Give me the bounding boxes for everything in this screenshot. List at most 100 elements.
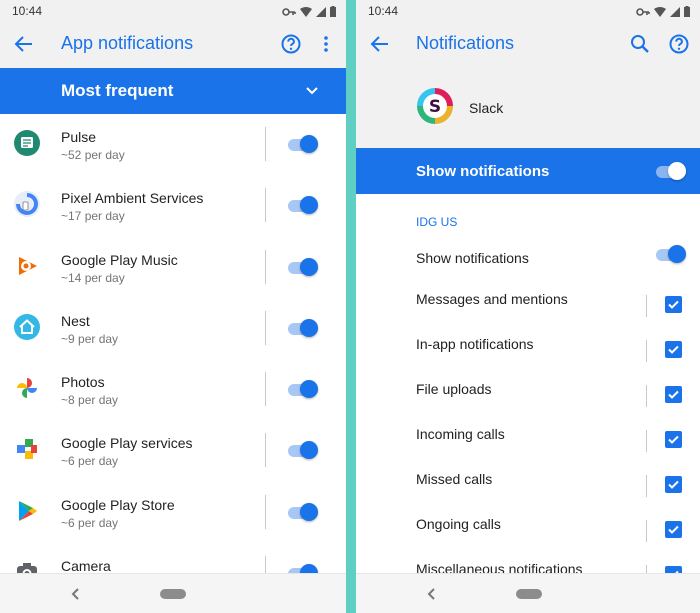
in-app-notifications-checkbox[interactable]: [665, 341, 682, 358]
list-item[interactable]: Ongoing calls: [356, 514, 700, 559]
divider: [646, 295, 647, 317]
pixel-ambient-toggle[interactable]: [288, 195, 320, 215]
chevron-down-icon: [304, 82, 320, 98]
slack-icon: S: [416, 87, 454, 125]
channel-label: Ongoing calls: [416, 516, 501, 532]
app-notifications-screen: 10:44 App notifications Most frequent Pu…: [0, 0, 346, 613]
divider: [646, 430, 647, 452]
nav-home-pill[interactable]: [516, 589, 542, 599]
file-uploads-checkbox[interactable]: [665, 386, 682, 403]
play-music-toggle[interactable]: [288, 257, 320, 277]
list-item[interactable]: Google Play services ~6 per day: [0, 420, 346, 481]
app-name: Pixel Ambient Services: [61, 190, 204, 207]
ongoing-calls-checkbox[interactable]: [665, 521, 682, 538]
camera-toggle[interactable]: [288, 563, 320, 573]
app-bar: App notifications: [0, 20, 346, 68]
app-header: S Slack: [356, 68, 700, 148]
app-name: Slack: [469, 100, 504, 116]
list-item[interactable]: Messages and mentions: [356, 289, 700, 334]
app-name: Google Play Store: [61, 496, 175, 513]
app-frequency: ~6 per day: [61, 454, 119, 469]
list-item[interactable]: Pixel Ambient Services ~17 per day: [0, 175, 346, 236]
pixel-ambient-icon: [14, 191, 40, 218]
app-name: Camera: [61, 558, 111, 573]
play-store-toggle[interactable]: [288, 502, 320, 522]
channel-label: Incoming calls: [416, 426, 505, 442]
app-frequency: ~8 per day: [61, 393, 119, 408]
svg-text:S: S: [429, 97, 441, 117]
show-notifications-master-toggle[interactable]: [656, 161, 688, 181]
missed-calls-checkbox[interactable]: [665, 476, 682, 493]
divider: [646, 385, 647, 407]
help-icon[interactable]: [279, 32, 303, 56]
pulse-icon: [14, 130, 40, 156]
list-item[interactable]: Pulse ~52 per day: [0, 114, 346, 175]
channel-label: File uploads: [416, 381, 492, 397]
section-title: Most frequent: [61, 81, 174, 100]
app-bar: Notifications: [356, 20, 700, 68]
play-store-icon: [14, 498, 40, 524]
channel-label: In-app notifications: [416, 336, 534, 352]
divider: [265, 127, 266, 161]
camera-icon: [14, 559, 40, 573]
list-item[interactable]: Miscellaneous notifications: [356, 559, 700, 573]
app-name: Pulse: [61, 129, 97, 145]
divider: [646, 475, 647, 497]
search-icon[interactable]: [628, 32, 652, 56]
divider: [265, 556, 266, 573]
nav-back-icon[interactable]: [426, 587, 438, 601]
help-icon[interactable]: [667, 32, 691, 56]
divider: [265, 433, 266, 468]
list-item[interactable]: In-app notifications: [356, 334, 700, 379]
show-notifications-label: Show notifications: [416, 163, 550, 180]
app-name: Google Play Music: [61, 251, 178, 268]
list-item[interactable]: Camera: [0, 543, 346, 573]
status-bar: 10:44: [0, 0, 346, 20]
show-notifications-toggle[interactable]: [656, 244, 688, 264]
app-frequency: ~14 per day: [61, 270, 125, 285]
list-item[interactable]: Nest ~9 per day: [0, 298, 346, 359]
app-frequency: ~6 per day: [61, 515, 119, 530]
list-item[interactable]: Photos ~8 per day: [0, 359, 346, 420]
list-item[interactable]: Incoming calls: [356, 424, 700, 469]
incoming-calls-checkbox[interactable]: [665, 431, 682, 448]
show-notifications-master-row[interactable]: Show notifications: [356, 148, 700, 194]
back-arrow-icon[interactable]: [12, 32, 36, 56]
miscellaneous-notifications-checkbox[interactable]: [665, 566, 682, 573]
page-title: App notifications: [61, 33, 194, 53]
photos-toggle[interactable]: [288, 379, 320, 399]
list-item[interactable]: Missed calls: [356, 469, 700, 514]
nest-toggle[interactable]: [288, 318, 320, 338]
divider: [265, 188, 266, 223]
nav-back-icon[interactable]: [70, 587, 82, 601]
channel-label: Messages and mentions: [416, 291, 568, 307]
list-item[interactable]: Show notifications: [356, 238, 700, 283]
play-music-icon: [14, 253, 40, 279]
divider: [265, 310, 266, 345]
app-frequency: ~52 per day: [61, 148, 125, 162]
more-options-icon[interactable]: [314, 32, 338, 56]
play-services-toggle[interactable]: [288, 440, 320, 460]
list-item[interactable]: Google Play Music ~14 per day: [0, 237, 346, 298]
navigation-bar: [0, 573, 346, 613]
list-item[interactable]: Google Play Store ~6 per day: [0, 482, 346, 543]
pulse-toggle[interactable]: [288, 134, 320, 154]
play-services-icon: [14, 436, 40, 462]
navigation-bar: [356, 573, 700, 613]
page-title: Notifications: [416, 33, 515, 53]
most-frequent-dropdown[interactable]: Most frequent: [0, 68, 346, 114]
divider: [646, 340, 647, 362]
channel-group-label: IDG US: [416, 215, 458, 229]
app-name: Nest: [61, 312, 90, 329]
nav-home-pill[interactable]: [160, 589, 186, 599]
notification-channel-list: Show notifications Messages and mentions…: [356, 238, 700, 573]
status-time: 10:44: [12, 4, 43, 18]
status-bar: 10:44: [356, 0, 700, 20]
divider: [646, 520, 647, 542]
messages-mentions-checkbox[interactable]: [665, 296, 682, 313]
back-arrow-icon[interactable]: [368, 32, 392, 56]
app-name: Google Play services: [61, 435, 193, 452]
list-item[interactable]: File uploads: [356, 379, 700, 424]
photos-icon: [14, 375, 40, 401]
slack-notifications-screen: 10:44 Notifications S Slack Show notific…: [356, 0, 700, 613]
